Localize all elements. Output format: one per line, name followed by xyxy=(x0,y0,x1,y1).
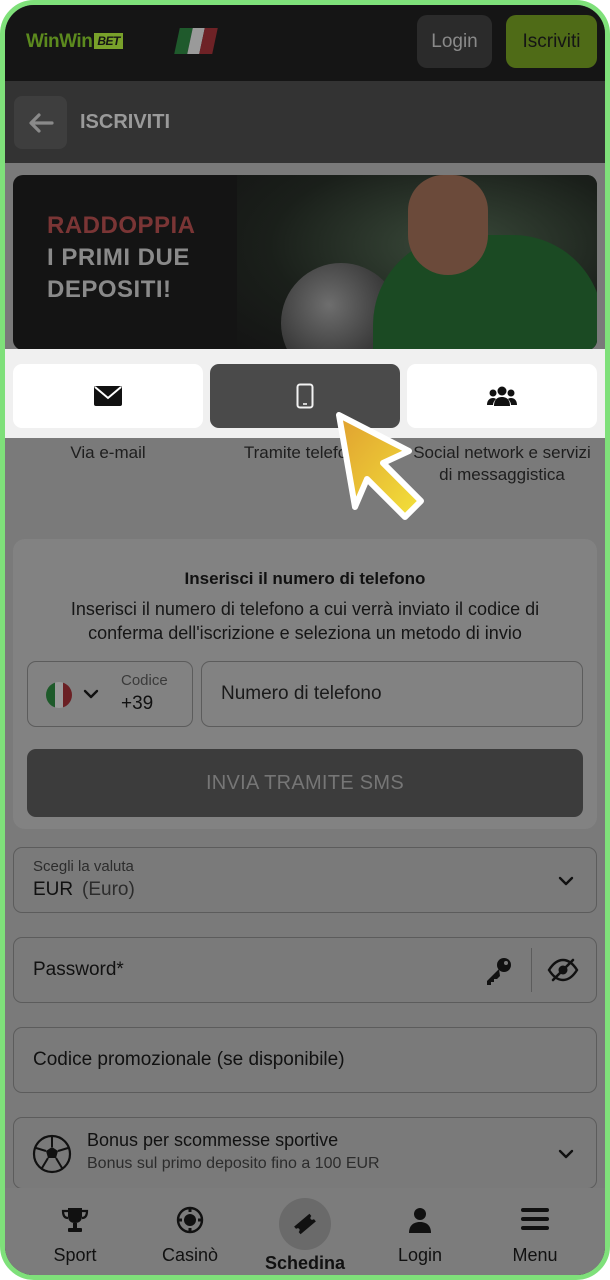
bottom-navigation: Sport Casinò Schedina Login Menu xyxy=(5,1188,605,1275)
signup-button[interactable]: Iscriviti xyxy=(506,15,597,68)
tab-email-label: Via e-mail xyxy=(70,443,146,462)
currency-code: EUR xyxy=(33,879,74,900)
ticket-icon xyxy=(294,1213,316,1235)
users-icon xyxy=(487,386,517,406)
divider xyxy=(531,948,532,992)
italy-flag-icon xyxy=(46,682,72,708)
phone-form-description: Inserisci il numero di telefono a cui ve… xyxy=(70,599,540,643)
mobile-phone-icon xyxy=(296,383,314,409)
hamburger-menu-icon xyxy=(521,1208,549,1230)
country-code-value: +39 xyxy=(121,693,154,714)
login-button[interactable]: Login xyxy=(417,15,492,68)
password-field xyxy=(13,937,597,1003)
trophy-icon xyxy=(61,1208,89,1232)
bonus-select[interactable]: Bonus per scommesse sportive Bonus sul p… xyxy=(13,1117,597,1189)
promo-code-input[interactable] xyxy=(14,1028,596,1092)
tab-social-label: Social network e servizi di messaggistic… xyxy=(413,443,591,484)
currency-select[interactable]: Scegli la valuta EUR (Euro) xyxy=(13,847,597,913)
chevron-down-icon xyxy=(83,689,99,699)
envelope-icon xyxy=(94,386,122,406)
banner-headline-1: RADDOPPIA xyxy=(47,212,196,239)
page-title: ISCRIVITI xyxy=(80,111,171,133)
screen: WinWin BET Login Iscriviti ISCRIVITI RADD… xyxy=(5,5,605,1275)
nav-menu[interactable]: Menu xyxy=(475,1188,595,1275)
phone-number-input[interactable] xyxy=(201,661,583,727)
page-header: ISCRIVITI xyxy=(5,81,605,163)
user-icon xyxy=(409,1208,431,1233)
nav-casino[interactable]: Casinò xyxy=(130,1188,250,1275)
tab-social[interactable] xyxy=(407,364,597,428)
italy-flag-icon[interactable] xyxy=(174,28,218,54)
logo[interactable]: WinWin BET xyxy=(26,31,123,53)
betslip-circle xyxy=(279,1198,331,1250)
pointer-arrow-icon xyxy=(336,412,424,520)
phone-form-card: Inserisci il numero di telefono Inserisc… xyxy=(13,539,597,829)
country-code-label: Codice xyxy=(121,672,168,689)
promo-code-field xyxy=(13,1027,597,1093)
registration-method-tabs xyxy=(5,349,605,438)
nav-betslip-label: Schedina xyxy=(264,1253,346,1273)
country-code-selector[interactable]: Codice +39 xyxy=(27,661,193,727)
currency-label: Scegli la valuta xyxy=(33,858,134,875)
logo-text: WinWin xyxy=(26,31,93,52)
nav-betslip[interactable]: Schedina xyxy=(245,1188,365,1275)
nav-login[interactable]: Login xyxy=(360,1188,480,1275)
promo-banner[interactable]: RADDOPPIA I PRIMI DUE DEPOSITI! xyxy=(13,175,597,350)
nav-menu-label: Menu xyxy=(512,1245,558,1265)
back-button[interactable] xyxy=(14,96,67,149)
key-icon[interactable] xyxy=(482,955,514,987)
logo-badge: BET xyxy=(94,33,123,49)
soccer-ball-icon xyxy=(32,1134,72,1174)
banner-headline-2: I PRIMI DUE xyxy=(47,244,190,271)
currency-name: (Euro) xyxy=(82,879,135,900)
nav-sport-label: Sport xyxy=(53,1245,97,1265)
tab-email[interactable] xyxy=(13,364,203,428)
eye-slash-icon[interactable] xyxy=(547,957,579,983)
player-head-image xyxy=(408,175,488,275)
phone-frame: WinWin BET Login Iscriviti ISCRIVITI RADD… xyxy=(0,0,610,1280)
banner-headline-3: DEPOSITI! xyxy=(47,276,172,303)
phone-form-title: Inserisci il numero di telefono xyxy=(184,569,426,588)
casino-chip-icon xyxy=(176,1206,204,1234)
top-bar: WinWin BET Login Iscriviti xyxy=(5,5,605,81)
chevron-down-icon xyxy=(558,1149,574,1159)
nav-sport[interactable]: Sport xyxy=(15,1188,135,1275)
send-sms-button[interactable]: INVIA TRAMITE SMS xyxy=(27,749,583,817)
bonus-title: Bonus per scommesse sportive xyxy=(87,1130,339,1150)
bonus-subtitle: Bonus sul primo deposito fino a 100 EUR xyxy=(87,1155,380,1172)
nav-login-label: Login xyxy=(397,1245,443,1265)
chevron-down-icon xyxy=(558,876,574,886)
arrow-left-icon xyxy=(28,112,54,133)
password-input[interactable] xyxy=(14,938,474,1002)
nav-casino-label: Casinò xyxy=(161,1245,219,1265)
